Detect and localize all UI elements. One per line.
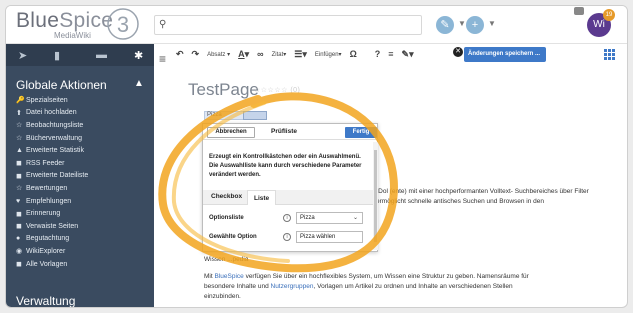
file-list-icon: ◼ (16, 172, 22, 180)
sidebar-list: 🔑 Spezialseiten ⬆ Datei hochladen ☆ Beobach… (16, 94, 88, 270)
sidebar-item[interactable]: ⬆ Datei hochladen (16, 107, 88, 120)
text-style-icon[interactable]: A▾ (238, 49, 249, 60)
redo-icon[interactable]: ↷ (192, 49, 200, 60)
search-input[interactable]: ⚲ (154, 15, 422, 35)
page-title: TestPage (188, 80, 259, 99)
info-icon[interactable]: i (283, 214, 291, 222)
sidebar-item[interactable]: ☆ Bücherverwaltung (16, 132, 88, 145)
navigation-icon[interactable]: ➤ (18, 49, 27, 62)
chevron-down-icon: ▼ (458, 19, 466, 28)
collapse-icon[interactable] (574, 7, 584, 15)
sidebar-item[interactable]: ◼ Erweiterte Dateiliste (16, 170, 88, 183)
checklist-dialog: Abbrechen Prüfliste Fertig Erzeugt ein K… (202, 123, 379, 252)
sidebar-section-title[interactable]: Verwaltung (16, 294, 75, 307)
link-icon[interactable]: ∞ (257, 49, 263, 59)
list-icon[interactable]: ☰▾ (294, 49, 307, 60)
explorer-icon: ◉ (16, 248, 23, 256)
plus-icon: + (466, 16, 484, 34)
chevron-down-icon: ▼ (488, 19, 496, 28)
editor-toolbar: ↶ ↷ Absatz ▾ A▾ ∞ Zitat▾ ☰▾ Einfügen▾ Ω … (176, 46, 621, 62)
dialog-tabs: Checkbox Liste (203, 190, 373, 205)
logo[interactable]: BlueSpice MediaWiki 3 (16, 8, 146, 42)
star-icon: ☆ (16, 185, 23, 193)
key-icon: 🔑 (16, 97, 25, 105)
sidebar-item[interactable]: ◼ Erinnerung (16, 207, 88, 220)
dialog-description: Erzeugt ein Kontrollkästchen oder ein Au… (209, 154, 362, 178)
sidebar: ➤ ▮ ▬ ✱ Globale Aktionen ▲ 🔑 Spezialseite… (6, 44, 154, 307)
svg-text:3: 3 (117, 12, 129, 37)
cite-dropdown[interactable]: Zitat▾ (272, 51, 287, 58)
chevron-up-icon[interactable]: ▲ (134, 78, 144, 89)
sidebar-item[interactable]: ◼ RSS Feeder (16, 157, 88, 170)
paragraph-dropdown[interactable]: Absatz ▾ (207, 51, 230, 58)
sidebar-item[interactable]: ☆ Bewertungen (16, 182, 88, 195)
logo-three-icon: 3 (107, 8, 139, 40)
undo-icon[interactable]: ↶ (176, 49, 184, 60)
bluespice-link[interactable]: BlueSpice (214, 273, 243, 280)
checklist-widget[interactable]: Pizza (204, 111, 267, 120)
search-icon: ⚲ (159, 19, 167, 30)
widget-dropdown[interactable] (243, 111, 267, 120)
special-char-icon[interactable]: Ω (350, 49, 357, 59)
save-button[interactable]: Änderungen speichern ... (464, 47, 546, 62)
insert-dropdown[interactable]: Einfügen▾ (315, 51, 342, 58)
pencil-icon: ✎ (436, 16, 454, 34)
selected-option-label: Gewählte Option (209, 234, 257, 240)
template-icon: ◼ (16, 261, 22, 269)
star-icon: ☆ (16, 135, 23, 143)
upload-icon: ⬆ (16, 109, 22, 117)
close-icon[interactable]: ✕ (453, 47, 463, 57)
apps-grid-icon[interactable] (604, 49, 615, 60)
body-paragraph: Mit BlueSpice verfügen Sie über ein hoch… (204, 273, 529, 300)
options-select[interactable]: Pizza ⌄ (296, 212, 363, 224)
user-groups-link[interactable]: Nutzergruppen (271, 283, 314, 290)
pin-icon[interactable]: ▮ (54, 49, 60, 62)
logo-subtitle: MediaWiki (54, 31, 91, 40)
sidebar-item[interactable]: ▲ Erweiterte Statistik (16, 144, 88, 157)
page-icon: ◼ (16, 223, 22, 231)
chevron-down-icon: ⌄ (352, 215, 358, 221)
dialog-title: Prüfliste (271, 128, 298, 135)
info-icon[interactable]: i (283, 233, 291, 241)
heart-icon: ♥ (16, 197, 21, 205)
edit-mode-icon[interactable]: ✎▾ (402, 49, 414, 60)
gear-icon[interactable]: ✱ (134, 49, 143, 62)
bell-icon: ◼ (16, 210, 22, 218)
sidebar-item[interactable]: ● Begutachtung (16, 233, 88, 246)
scrollbar-thumb[interactable] (374, 150, 377, 242)
page-options-icon[interactable]: ≡ (388, 49, 393, 59)
logo-text: BlueSpice (16, 9, 114, 32)
selected-option-input[interactable]: Pizza wählen (296, 231, 363, 243)
rss-icon: ◼ (16, 160, 22, 168)
top-bar: BlueSpice MediaWiki 3 ⚲ ✎ ▼ + ▼ Wi 19 (6, 6, 627, 44)
menu-icon[interactable]: ≡ (159, 52, 166, 66)
sidebar-icon-bar: ➤ ▮ ▬ ✱ (6, 44, 154, 66)
sidebar-item[interactable]: ◼ Alle Vorlagen (16, 258, 88, 271)
app-window: BlueSpice MediaWiki 3 ⚲ ✎ ▼ + ▼ Wi 19 ➤ … (5, 5, 628, 308)
notification-badge[interactable]: 19 (603, 9, 615, 21)
star-icon: ☆ (16, 122, 23, 130)
body-text: -Dol (ente) mit einer hochperformanten V… (376, 188, 589, 205)
chart-icon: ▲ (16, 147, 23, 155)
section-heading: Wissen ...pedia (204, 256, 249, 263)
tab-checkbox[interactable]: Checkbox (211, 193, 242, 200)
options-label: Optionsliste (209, 215, 244, 221)
dialog-header: Abbrechen Prüfliste Fertig (203, 124, 379, 140)
rating-stars[interactable]: ☆☆☆☆☆ (0) (254, 86, 300, 94)
sidebar-item[interactable]: ◉ WikiExplorer (16, 245, 88, 258)
done-button[interactable]: Fertig (345, 127, 377, 138)
help-icon[interactable]: ? (375, 49, 381, 59)
sidebar-item[interactable]: ◼ Verwaiste Seiten (16, 220, 88, 233)
cancel-button[interactable]: Abbrechen (207, 127, 255, 138)
sidebar-section-title[interactable]: Globale Aktionen (16, 78, 107, 92)
tab-list[interactable]: Liste (247, 190, 277, 205)
sidebar-item[interactable]: 🔑 Spezialseiten (16, 94, 88, 107)
sidebar-item[interactable]: ☆ Beobachtungsliste (16, 119, 88, 132)
review-icon: ● (16, 235, 21, 243)
sidebar-item[interactable]: ♥ Empfehlungen (16, 195, 88, 208)
dialog-scrollbar[interactable] (373, 142, 378, 250)
trash-icon[interactable]: ▬ (96, 49, 107, 61)
